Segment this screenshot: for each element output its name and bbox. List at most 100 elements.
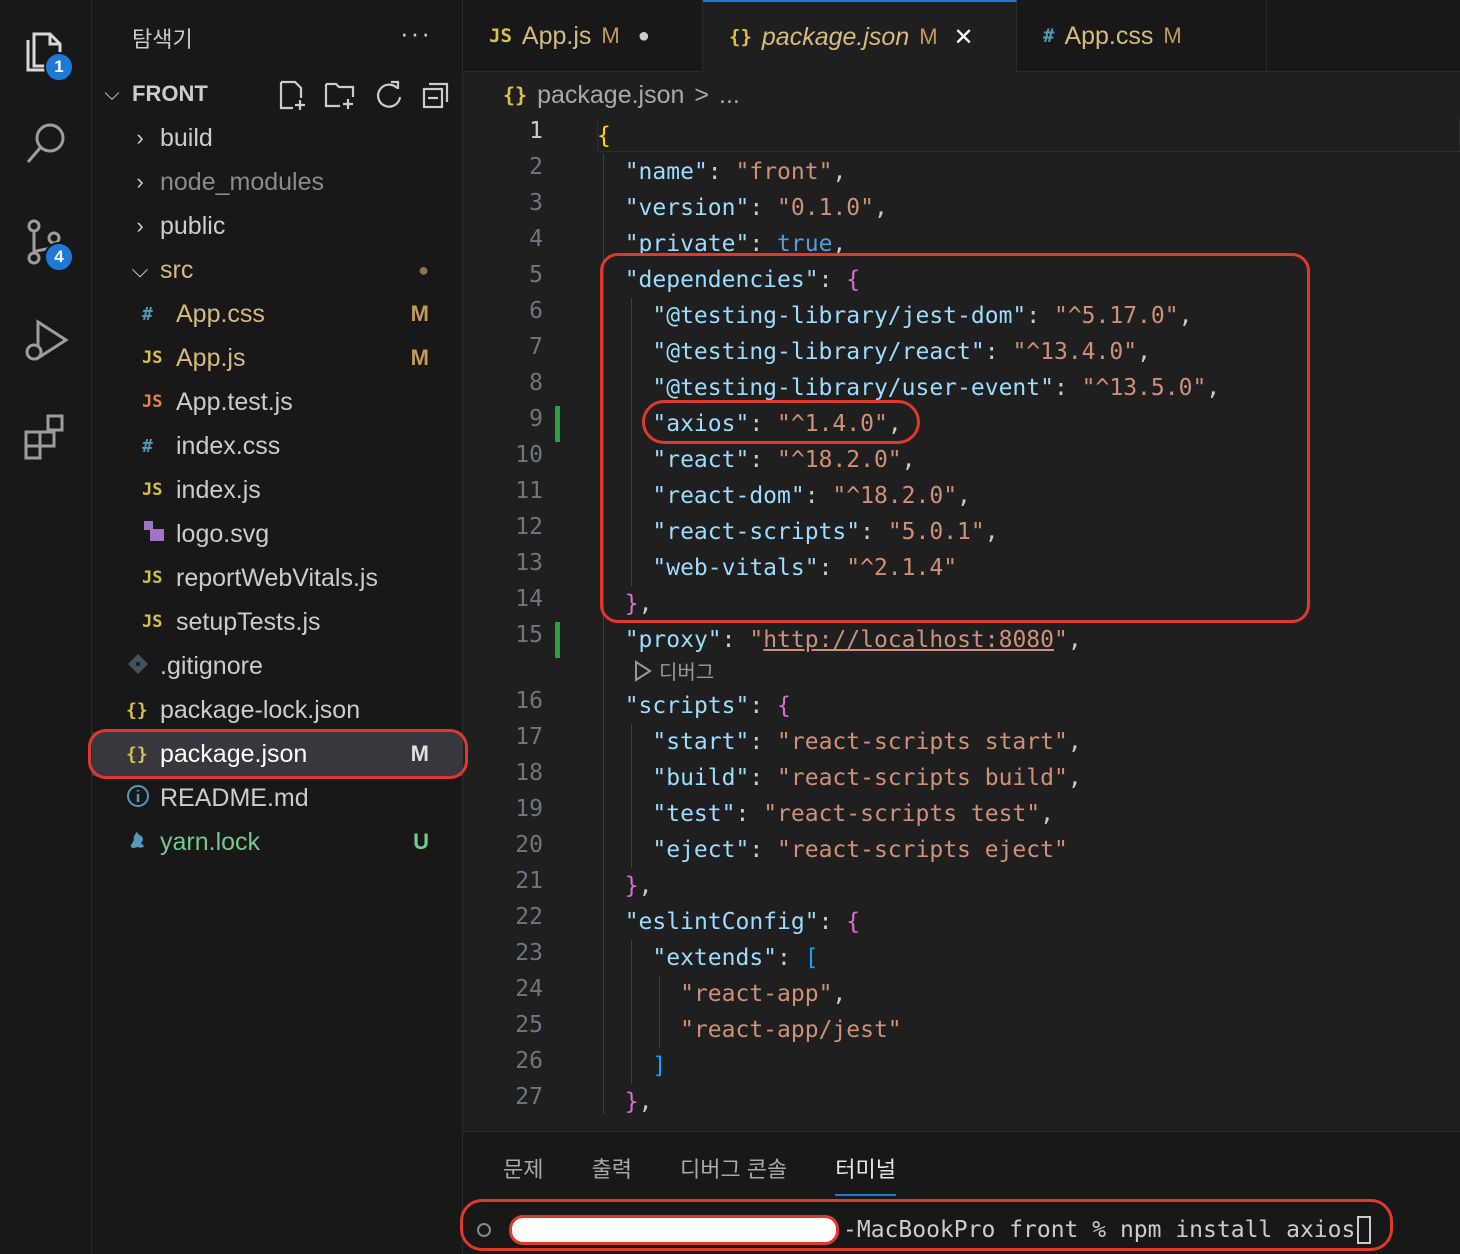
search-activity-button[interactable] (0, 104, 92, 184)
git-status: M (410, 741, 429, 766)
terminal[interactable]: -MacBookPro front % npm install axios (477, 1210, 1372, 1250)
chevron-down-icon: ⌵ (131, 257, 149, 282)
new-folder-icon[interactable] (323, 78, 357, 112)
tab-label: App.css (1064, 21, 1154, 50)
code-line-21: }, (624, 873, 653, 899)
code-line-14: }, (624, 591, 653, 617)
tab-label: App.js (521, 21, 592, 50)
terminal-command-line: -MacBookPro front % npm install axios (843, 1217, 1356, 1243)
code-line-16: "scripts": { (624, 693, 791, 719)
proxy-url-link[interactable]: http://localhost:8080 (763, 627, 1054, 653)
json-file-icon: {} (503, 83, 528, 107)
unsaved-dot-icon[interactable]: ● (638, 25, 650, 48)
code-editor[interactable]: 1 2 3 4 5 6 7 8 9 10 11 12 13 14 15 16 1… (463, 118, 1460, 1131)
tree-item-yarn-lock[interactable]: yarn.lock U (92, 820, 463, 864)
tree-item-label: App.test.js (176, 387, 293, 416)
code-line-4: "private": true, (624, 231, 847, 257)
code-line-2: "name": "front", (624, 159, 847, 185)
tab-app-css[interactable]: # App.css M (1017, 0, 1267, 72)
tree-item-index-js[interactable]: JS index.js (92, 468, 463, 512)
chevron-down-icon: ⌵ (104, 82, 120, 105)
tree-item-label: public (160, 211, 226, 240)
tab-debug-console[interactable]: 디버그 콘솔 (680, 1152, 787, 1196)
file-tree: › build › node_modules › public ⌵ src ● … (92, 116, 463, 864)
tree-item-readme-md[interactable]: README.md (92, 776, 463, 820)
line-number: 3 (529, 190, 543, 216)
tree-item-reportwebvitals-js[interactable]: JS reportWebVitals.js (92, 556, 463, 600)
tree-item-gitignore[interactable]: .gitignore (92, 644, 463, 688)
explorer-activity-button[interactable]: 1 (0, 10, 92, 90)
breadcrumb-separator: > (694, 80, 710, 109)
folder-header-front[interactable]: ⌵ FRONT (92, 72, 463, 116)
git-status: U (413, 829, 429, 854)
chevron-right-icon: › (136, 169, 144, 194)
redacted-username (509, 1215, 839, 1245)
breadcrumb-file[interactable]: package.json (537, 81, 684, 110)
breadcrumb-symbol[interactable]: ... (719, 81, 740, 110)
tab-package-json[interactable]: {} package.json M ✕ (703, 0, 1017, 72)
run-debug-activity-button[interactable] (0, 300, 92, 380)
tree-item-setuptests-js[interactable]: JS setupTests.js (92, 600, 463, 644)
line-number: 4 (529, 226, 543, 252)
editor-tabs: JS App.js M ● {} package.json M ✕ # App.… (463, 0, 1460, 72)
tab-label: package.json (761, 22, 910, 51)
source-control-badge: 4 (44, 242, 74, 272)
tab-git-status: M (1163, 23, 1182, 48)
css-file-icon: # (142, 303, 153, 325)
js-file-icon: JS (142, 348, 163, 368)
tree-item-logo-svg[interactable]: logo.svg (92, 512, 463, 556)
code-line-26: ] (652, 1053, 667, 1079)
json-file-icon: {} (729, 26, 752, 48)
bottom-panel: 문제 출력 디버그 콘솔 터미널 -MacBookPro front % npm… (463, 1131, 1460, 1254)
code-line-12: "react-scripts": "5.0.1", (652, 519, 999, 545)
source-control-activity-button[interactable]: 4 (0, 202, 92, 282)
codelens-label: 디버그 (659, 662, 715, 684)
line-number: 21 (515, 868, 543, 894)
css-file-icon: # (142, 435, 153, 457)
tab-output[interactable]: 출력 (591, 1152, 631, 1196)
tab-git-status: M (601, 23, 620, 48)
tree-item-app-test-js[interactable]: JS App.test.js (92, 380, 463, 424)
tree-item-label: .gitignore (160, 651, 263, 680)
tree-item-app-js[interactable]: JS App.js M (92, 336, 463, 380)
chevron-right-icon: › (136, 213, 144, 238)
search-icon (26, 123, 65, 163)
tree-item-node-modules[interactable]: › node_modules (92, 160, 463, 204)
tab-terminal[interactable]: 터미널 (835, 1152, 897, 1196)
code-line-17: "start": "react-scripts start", (652, 729, 1082, 755)
tree-item-src[interactable]: ⌵ src ● (92, 248, 463, 292)
play-icon (635, 659, 652, 682)
tab-app-js[interactable]: JS App.js M ● (463, 0, 703, 72)
code-line-15: "proxy": "http://localhost:8080", (624, 627, 1082, 653)
extensions-activity-button[interactable] (0, 394, 92, 474)
breadcrumb: {} package.json > ... (463, 72, 1460, 118)
tree-item-label: node_modules (160, 167, 325, 196)
explorer-title: 탐색기 (132, 27, 193, 52)
tree-item-label: build (160, 123, 213, 152)
tree-item-build[interactable]: › build (92, 116, 463, 160)
tree-item-public[interactable]: › public (92, 204, 463, 248)
line-number: 22 (515, 904, 543, 930)
tree-item-index-css[interactable]: # index.css (92, 424, 463, 468)
new-file-icon[interactable] (275, 78, 309, 112)
tab-problems[interactable]: 문제 (503, 1152, 543, 1196)
code-line-22: "eslintConfig": { (624, 909, 861, 935)
close-icon[interactable]: ✕ (954, 23, 974, 52)
tree-item-package-json[interactable]: {} package.json M (92, 732, 463, 776)
js-file-icon: JS (489, 25, 512, 47)
tree-item-app-css[interactable]: # App.css M (92, 292, 463, 336)
debug-codelens[interactable]: 디버그 (633, 656, 714, 685)
line-number: 23 (515, 940, 543, 966)
line-number: 27 (515, 1084, 543, 1110)
terminal-cursor (1357, 1216, 1372, 1244)
tree-item-label: logo.svg (176, 519, 270, 548)
explorer-more-button[interactable]: ··· (400, 18, 432, 49)
code-line-24: "react-app", (680, 981, 847, 1007)
js-file-icon: JS (142, 480, 163, 500)
refresh-icon[interactable] (371, 78, 405, 112)
tree-item-label: setupTests.js (176, 607, 321, 636)
line-number: 8 (529, 370, 543, 396)
tree-item-package-lock-json[interactable]: {} package-lock.json (92, 688, 463, 732)
collapse-all-icon[interactable] (419, 78, 453, 112)
line-number: 12 (515, 514, 543, 540)
